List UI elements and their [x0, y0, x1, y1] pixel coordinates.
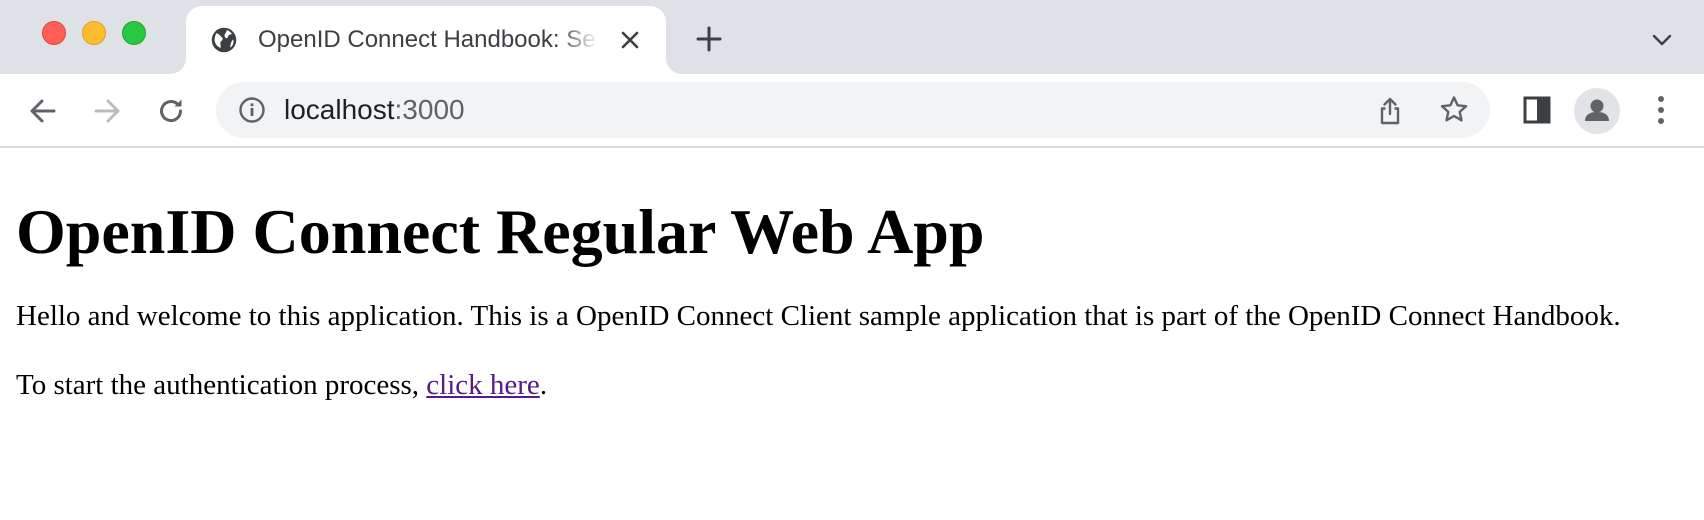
- start-auth-text: To start the authentication process,: [16, 369, 427, 401]
- url-port: :3000: [394, 94, 465, 125]
- page-title: OpenID Connect Regular Web App: [16, 196, 985, 267]
- address-bar[interactable]: localhost:3000: [216, 82, 1490, 138]
- profile-avatar[interactable]: [1574, 88, 1620, 134]
- arrow-left-icon[interactable]: [26, 94, 60, 128]
- person-icon: [1585, 99, 1609, 121]
- page-content: OpenID Connect Regular Web App Hello and…: [0, 150, 1704, 520]
- intro-paragraph: Hello and welcome to this application. T…: [16, 300, 1621, 332]
- browser-tab[interactable]: OpenID Connect Handbook: Se: [186, 6, 666, 74]
- arrow-right-icon[interactable]: [90, 94, 124, 128]
- chevron-down-icon[interactable]: [1650, 28, 1674, 52]
- window-minimize-button[interactable]: [82, 21, 106, 45]
- url-text[interactable]: localhost:3000: [284, 94, 465, 126]
- reload-icon[interactable]: [154, 94, 188, 128]
- window-close-button[interactable]: [42, 21, 66, 45]
- url-host: localhost: [284, 94, 395, 125]
- plus-icon[interactable]: [694, 24, 724, 54]
- star-icon[interactable]: [1438, 94, 1470, 126]
- browser-toolbar: localhost:3000: [0, 74, 1704, 148]
- close-icon[interactable]: [618, 28, 642, 52]
- tab-strip: OpenID Connect Handbook: Se: [0, 0, 1704, 74]
- share-icon[interactable]: [1376, 96, 1404, 126]
- info-icon[interactable]: [238, 96, 266, 124]
- start-auth-period: .: [539, 369, 548, 401]
- click-here-link[interactable]: click here: [426, 369, 540, 401]
- side-panel-icon[interactable]: [1520, 93, 1554, 127]
- tab-title: OpenID Connect Handbook: Se: [258, 26, 596, 53]
- globe-icon: [211, 27, 237, 53]
- kebab-menu-icon[interactable]: [1644, 92, 1678, 128]
- start-auth-paragraph: To start the authentication process, cli…: [16, 367, 1688, 403]
- window-maximize-button[interactable]: [122, 21, 146, 45]
